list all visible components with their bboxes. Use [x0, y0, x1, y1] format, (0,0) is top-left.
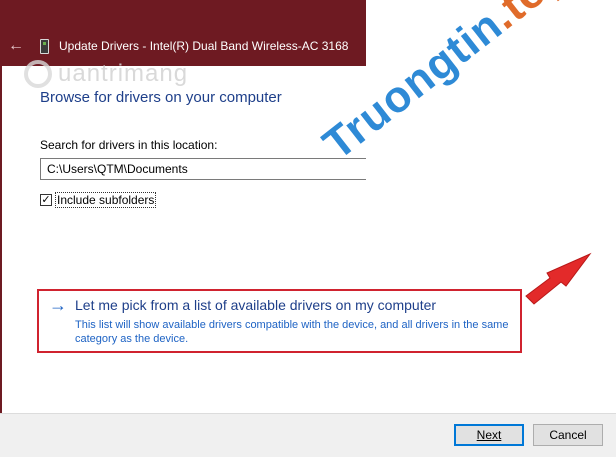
next-button-label: Next [476, 428, 502, 442]
checkbox-checked-icon[interactable]: ✓ [40, 194, 52, 206]
right-arrow-icon[interactable]: → [49, 295, 67, 315]
driver-path-input[interactable] [40, 158, 366, 180]
pick-from-list-option[interactable]: → Let me pick from a list of available d… [37, 289, 522, 353]
include-subfolders-checkbox[interactable]: ✓ Include subfolders [40, 192, 157, 208]
update-drivers-window: ← Update Drivers - Intel(R) Dual Band Wi… [0, 0, 616, 457]
watermark-left: uantrimang [24, 60, 188, 88]
back-arrow-icon[interactable]: ← [8, 38, 24, 54]
title-bar: ← Update Drivers - Intel(R) Dual Band Wi… [0, 0, 366, 66]
cancel-button[interactable]: Cancel [533, 424, 603, 446]
pick-from-list-link[interactable]: Let me pick from a list of available dri… [75, 297, 436, 313]
red-pointer-arrow-icon [525, 252, 592, 305]
page-heading: Browse for drivers on your computer [40, 89, 282, 106]
pick-from-list-description: This list will show available drivers co… [75, 319, 509, 345]
device-icon [40, 39, 49, 54]
watermark-left-text: uantrimang [58, 60, 189, 87]
window-border [0, 0, 2, 456]
search-location-label: Search for drivers in this location: [40, 138, 218, 152]
next-button[interactable]: Next [454, 424, 524, 446]
include-subfolders-label[interactable]: Include subfolders [55, 192, 157, 208]
window-title: Update Drivers - Intel(R) Dual Band Wire… [59, 39, 349, 53]
